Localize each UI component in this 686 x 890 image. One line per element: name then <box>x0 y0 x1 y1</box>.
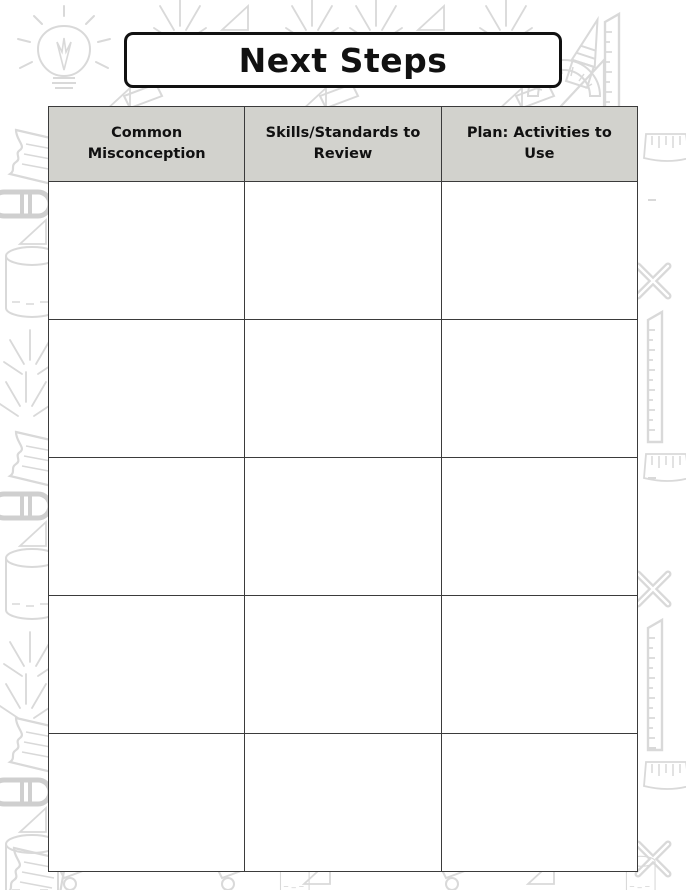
cell-plan[interactable] <box>440 733 639 872</box>
cell-misconception[interactable] <box>47 733 246 872</box>
table-row <box>47 595 639 734</box>
cell-skills[interactable] <box>244 319 442 458</box>
table-header: Common Misconception Skills/Standards to… <box>47 106 639 182</box>
cell-plan[interactable] <box>440 595 639 734</box>
table-row <box>47 733 639 872</box>
cell-skills[interactable] <box>244 733 442 872</box>
cell-plan[interactable] <box>440 457 639 596</box>
table-row <box>47 181 639 320</box>
cell-plan[interactable] <box>440 319 639 458</box>
column-header-label: Plan: Activities to Use <box>466 124 612 162</box>
table-row <box>47 457 639 596</box>
column-header-label: Common Misconception <box>87 124 206 162</box>
worksheet-page: Next Steps Common Misconception Skills/S… <box>0 0 686 890</box>
cell-misconception[interactable] <box>47 181 246 320</box>
next-steps-table-container: Common Misconception Skills/Standards to… <box>47 106 639 872</box>
column-header-plan-activities-to-use: Plan: Activities to Use <box>440 106 639 182</box>
cell-misconception[interactable] <box>47 595 246 734</box>
page-title-box: Next Steps <box>124 32 562 88</box>
cell-skills[interactable] <box>244 181 442 320</box>
next-steps-table: Common Misconception Skills/Standards to… <box>47 106 639 872</box>
column-header-common-misconception: Common Misconception <box>47 106 246 182</box>
page-title: Next Steps <box>238 40 448 80</box>
table-row <box>47 319 639 458</box>
table-header-row: Common Misconception Skills/Standards to… <box>47 106 639 182</box>
cell-skills[interactable] <box>244 595 442 734</box>
cell-plan[interactable] <box>440 181 639 320</box>
column-header-label: Skills/Standards to Review <box>265 124 421 162</box>
column-header-skills-standards-to-review: Skills/Standards to Review <box>244 106 442 182</box>
cell-misconception[interactable] <box>47 457 246 596</box>
cell-misconception[interactable] <box>47 319 246 458</box>
cell-skills[interactable] <box>244 457 442 596</box>
table-body <box>47 181 639 872</box>
